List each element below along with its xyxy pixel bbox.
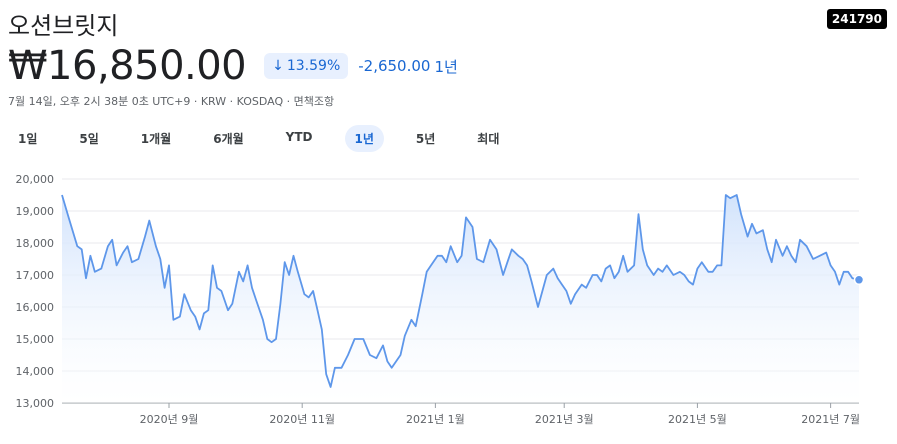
current-price: ₩16,850.00 (8, 43, 247, 89)
x-tick-label: 2020년 9월 (140, 413, 199, 426)
x-axis: 2020년 9월 2020년 11월 2021년 1월 2021년 3월 2021년 5… (140, 403, 860, 426)
y-tick-label: 13,000 (16, 397, 55, 410)
price-area-fill (62, 195, 859, 403)
x-tick-label: 2021년 5월 (668, 413, 727, 426)
change-percent: 13.59% (286, 58, 341, 74)
y-tick-label: 16,000 (16, 301, 55, 314)
y-tick-label: 15,000 (16, 333, 55, 346)
price-row: ₩16,850.00 ↓ 13.59% -2,650.00 1년 (8, 40, 458, 92)
y-tick-label: 20,000 (16, 173, 55, 186)
price-chart[interactable]: 13,000 14,000 15,000 16,000 17,000 18,000 19,0… (0, 168, 897, 444)
change-period: 1년 (434, 57, 458, 76)
quote-meta: 7월 14일, 오후 2시 38분 0초 UTC+9 · KRW · KOSDA… (8, 95, 335, 108)
change-percent-badge: ↓ 13.59% (264, 53, 349, 79)
ticker-badge: 241790 (826, 9, 887, 29)
x-tick-label: 2020년 11월 (269, 413, 335, 426)
range-tab-2[interactable]: 1개월 (131, 125, 181, 152)
change-absolute: -2,650.00 (358, 57, 431, 75)
range-tab-1[interactable]: 5일 (69, 125, 108, 152)
y-tick-label: 14,000 (16, 365, 55, 378)
x-tick-label: 2021년 3월 (535, 413, 594, 426)
y-axis: 13,000 14,000 15,000 16,000 17,000 18,000 19,0… (16, 173, 55, 410)
y-tick-label: 17,000 (16, 269, 55, 282)
last-price-marker (853, 274, 865, 286)
range-tab-4[interactable]: YTD (276, 125, 323, 152)
x-tick-label: 2021년 7월 (801, 413, 860, 426)
range-tab-3[interactable]: 6개월 (203, 125, 253, 152)
range-tab-7[interactable]: 최대 (467, 125, 509, 152)
stock-name: 오션브릿지 (8, 12, 119, 40)
range-tab-6[interactable]: 5년 (406, 125, 445, 152)
range-tab-0[interactable]: 1일 (8, 125, 47, 152)
range-tabs: 1일 5일 1개월 6개월 YTD 1년 5년 최대 (8, 125, 531, 152)
y-tick-label: 19,000 (16, 205, 55, 218)
range-tab-5[interactable]: 1년 (344, 125, 384, 152)
y-tick-label: 18,000 (16, 237, 55, 250)
arrow-down-icon: ↓ (272, 58, 284, 74)
x-tick-label: 2021년 1월 (406, 413, 465, 426)
